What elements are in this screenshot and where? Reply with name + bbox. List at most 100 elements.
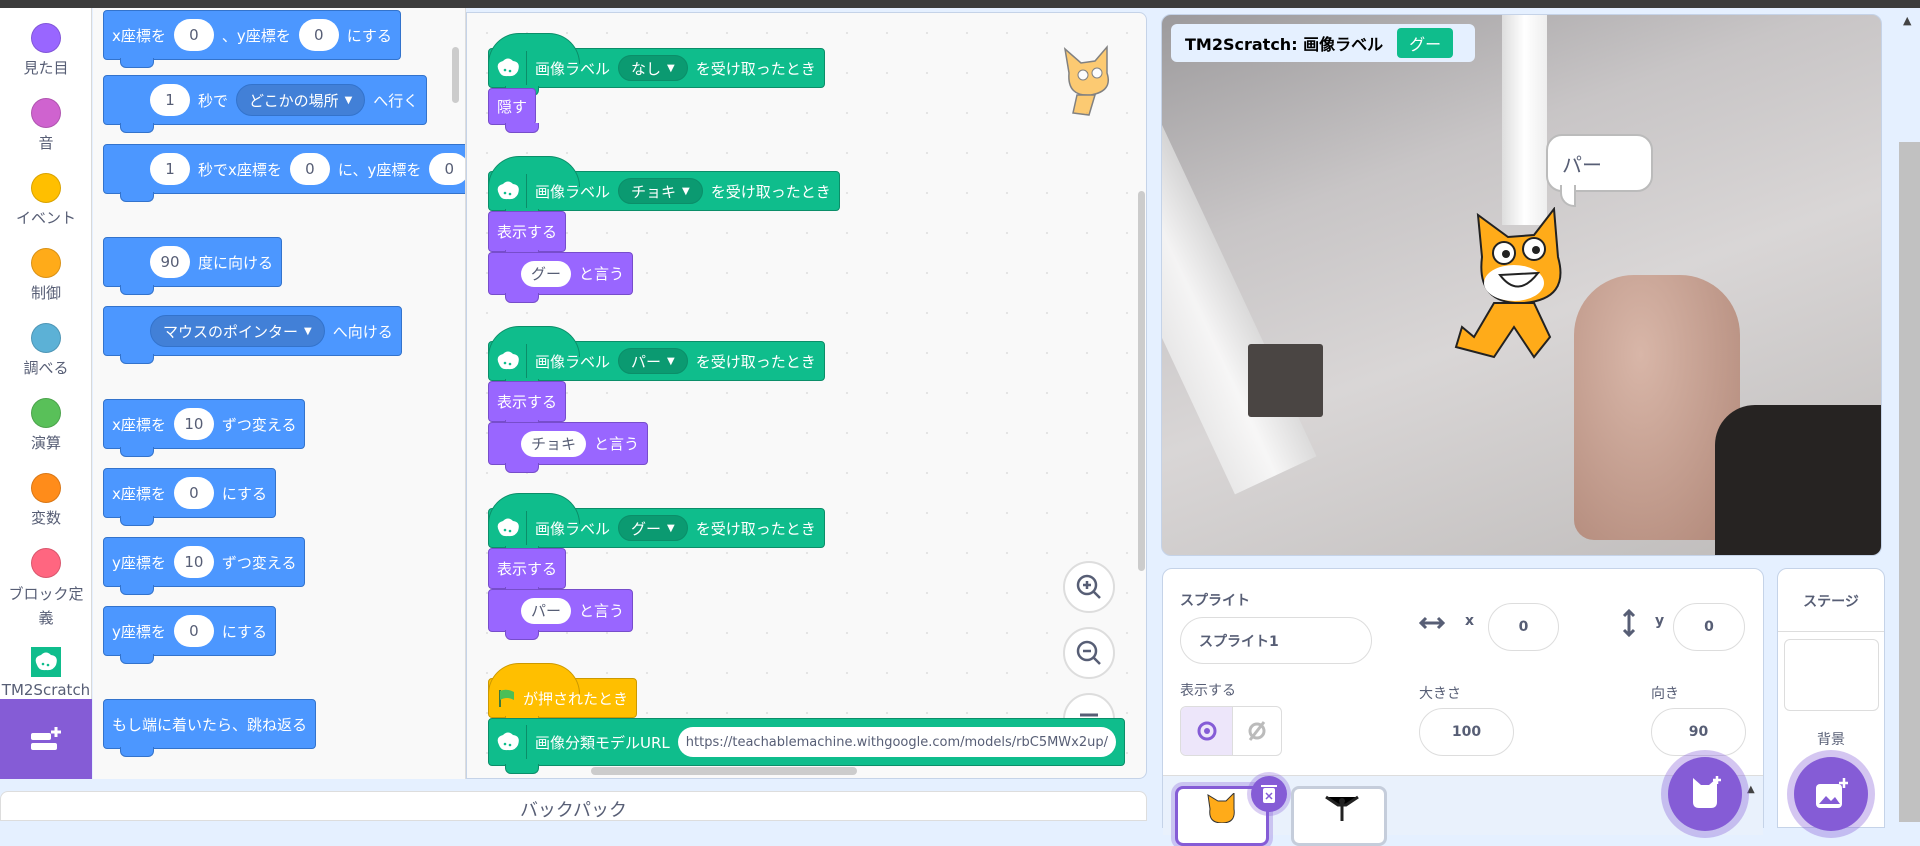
- block-input[interactable]: パー: [521, 597, 572, 624]
- show-sprite-button[interactable]: [1181, 707, 1233, 755]
- palette-block[interactable]: y座標を 0 にする: [103, 606, 277, 664]
- block-input[interactable]: 10: [173, 408, 214, 440]
- delete-sprite-button[interactable]: [1251, 776, 1287, 812]
- tm2scratch-block-icon: [493, 51, 527, 85]
- palette-scrollbar[interactable]: [452, 47, 459, 103]
- category-label: イベント: [15, 209, 76, 227]
- add-sprite-button[interactable]: [1668, 757, 1742, 831]
- category-label: 変数: [30, 509, 61, 527]
- page-scrollbar-thumb[interactable]: [1899, 142, 1920, 822]
- ceiling-light-left: [1162, 75, 1317, 495]
- looks-block[interactable]: チョキ と言う: [488, 422, 649, 473]
- looks-block[interactable]: パー と言う: [488, 589, 634, 640]
- category-7[interactable]: ブロック定義: [0, 548, 92, 630]
- block-dropdown[interactable]: マウスのポインター ▼: [150, 315, 325, 347]
- zoom-in-button[interactable]: [1063, 561, 1115, 613]
- block-dropdown[interactable]: グー ▼: [618, 515, 688, 541]
- palette-block[interactable]: x座標を 0 、y座標を 0 にする: [103, 10, 401, 68]
- person-thumbnail-icon: [1325, 795, 1359, 821]
- when-label-received-hat[interactable]: 画像ラベル チョキ ▼ を受け取ったとき: [488, 156, 840, 219]
- workspace-vertical-scrollbar[interactable]: [1138, 191, 1145, 571]
- when-label-received-hat[interactable]: 画像ラベル なし ▼ を受け取ったとき: [488, 33, 825, 96]
- block-input[interactable]: チョキ: [521, 430, 587, 457]
- looks-block[interactable]: 表示する: [488, 211, 567, 260]
- when-label-received-hat[interactable]: 画像ラベル パー ▼ を受け取ったとき: [488, 326, 825, 389]
- speech-bubble-tail: [1560, 185, 1576, 207]
- block-input[interactable]: 10: [173, 546, 214, 578]
- block-input[interactable]: 0: [298, 19, 339, 51]
- palette-block[interactable]: 1 秒でx座標を 0 に、y座標を 0: [103, 144, 465, 202]
- block-input[interactable]: 0: [173, 615, 214, 647]
- stage-thumbnail[interactable]: [1784, 639, 1879, 711]
- size-input[interactable]: 100: [1419, 708, 1514, 756]
- block-input[interactable]: グー: [521, 260, 572, 287]
- direction-input[interactable]: 90: [1651, 708, 1746, 756]
- block-text: 画像ラベル: [535, 182, 611, 201]
- category-8[interactable]: TM2Scratch: [0, 647, 92, 699]
- block-input[interactable]: 0: [173, 19, 214, 51]
- model-url-block[interactable]: 画像分類モデルURL https://teachablemachine.withg…: [488, 718, 1125, 774]
- palette-block[interactable]: x座標を 10 ずつ変える: [103, 399, 306, 457]
- block-input[interactable]: 90: [150, 246, 190, 278]
- y-input[interactable]: 0: [1673, 603, 1745, 651]
- dropdown-caret-icon: ▼: [682, 185, 690, 197]
- palette-block[interactable]: x座標を 0 にする: [103, 468, 277, 526]
- category-3[interactable]: 制御: [0, 248, 92, 303]
- category-2[interactable]: イベント: [0, 173, 92, 228]
- block-text: を受け取ったとき: [695, 59, 816, 78]
- x-input[interactable]: 0: [1488, 603, 1559, 651]
- block-input[interactable]: 0: [429, 153, 465, 185]
- category-1[interactable]: 音: [0, 98, 92, 153]
- looks-block[interactable]: 表示する: [488, 548, 567, 597]
- scratch-cat-sprite: [1454, 207, 1562, 359]
- eye-hidden-icon: [1248, 721, 1266, 741]
- hide-sprite-button[interactable]: [1233, 707, 1281, 755]
- block-text: y座標を: [112, 553, 166, 572]
- block-text: へ行く: [373, 91, 419, 110]
- block-input[interactable]: 1: [150, 153, 190, 185]
- sprite-list-scroll-up-icon[interactable]: ▲: [1747, 784, 1755, 795]
- stage-canvas[interactable]: パー TM2Scratch: 画像ラベル グー: [1161, 14, 1882, 556]
- block-input[interactable]: 0: [289, 153, 330, 185]
- palette-block[interactable]: y座標を 10 ずつ変える: [103, 537, 306, 595]
- palette-block[interactable]: 90 度に向ける: [103, 237, 283, 295]
- palette-block[interactable]: もし端に着いたら、跳ね返る: [103, 699, 317, 757]
- looks-block[interactable]: 隠す: [488, 88, 540, 133]
- model-url-input[interactable]: https://teachablemachine.withgoogle.com/…: [677, 727, 1116, 757]
- add-extension-button[interactable]: [0, 699, 92, 779]
- block-input[interactable]: 0: [173, 477, 214, 509]
- scroll-up-arrow-icon[interactable]: ▲: [1903, 14, 1911, 27]
- category-4[interactable]: 調べる: [0, 323, 92, 378]
- category-0[interactable]: 見た目: [0, 23, 92, 78]
- category-5[interactable]: 演算: [0, 398, 92, 453]
- when-label-received-hat[interactable]: 画像ラベル グー ▼ を受け取ったとき: [488, 493, 825, 556]
- backpack[interactable]: バックパック: [0, 791, 1147, 821]
- sprite-thumbnail-person[interactable]: [1291, 786, 1387, 846]
- category-color-dot-icon: [31, 473, 61, 503]
- x-label: x: [1465, 613, 1475, 629]
- sprite-cat-watermark-icon: [1063, 44, 1109, 116]
- block-input[interactable]: 1: [150, 84, 190, 116]
- page-scrollbar[interactable]: ▲: [1899, 14, 1920, 822]
- when-flag-clicked-hat[interactable]: が押されたとき: [488, 663, 638, 726]
- workspace-horizontal-scrollbar[interactable]: [591, 767, 857, 775]
- y-position-arrow-icon: [1622, 609, 1636, 637]
- script-area[interactable]: 画像ラベル なし ▼ を受け取ったとき 隠す 画像ラベル チョキ ▼ を受け取ったとき 表示するグ…: [466, 12, 1147, 779]
- category-6[interactable]: 変数: [0, 473, 92, 528]
- block-dropdown[interactable]: どこかの場所 ▼: [236, 84, 366, 116]
- dropdown-value: チョキ: [631, 182, 677, 201]
- block-dropdown[interactable]: パー ▼: [618, 348, 688, 374]
- variable-monitor[interactable]: TM2Scratch: 画像ラベル グー: [1171, 24, 1475, 62]
- zoom-out-button[interactable]: [1063, 627, 1115, 679]
- add-backdrop-button[interactable]: [1794, 757, 1868, 831]
- zoom-in-icon: [1076, 574, 1101, 599]
- block-dropdown[interactable]: チョキ ▼: [618, 178, 703, 204]
- looks-block[interactable]: 表示する: [488, 381, 567, 430]
- block-text: と言う: [579, 602, 625, 620]
- block-dropdown[interactable]: なし ▼: [618, 55, 688, 81]
- sprite-name-input[interactable]: スプライト1: [1180, 617, 1372, 664]
- palette-block[interactable]: 1 秒で どこかの場所 ▼ へ行く: [103, 75, 428, 133]
- zoom-out-icon: [1076, 640, 1101, 665]
- palette-block[interactable]: マウスのポインター ▼ へ向ける: [103, 306, 402, 364]
- looks-block[interactable]: グー と言う: [488, 252, 634, 303]
